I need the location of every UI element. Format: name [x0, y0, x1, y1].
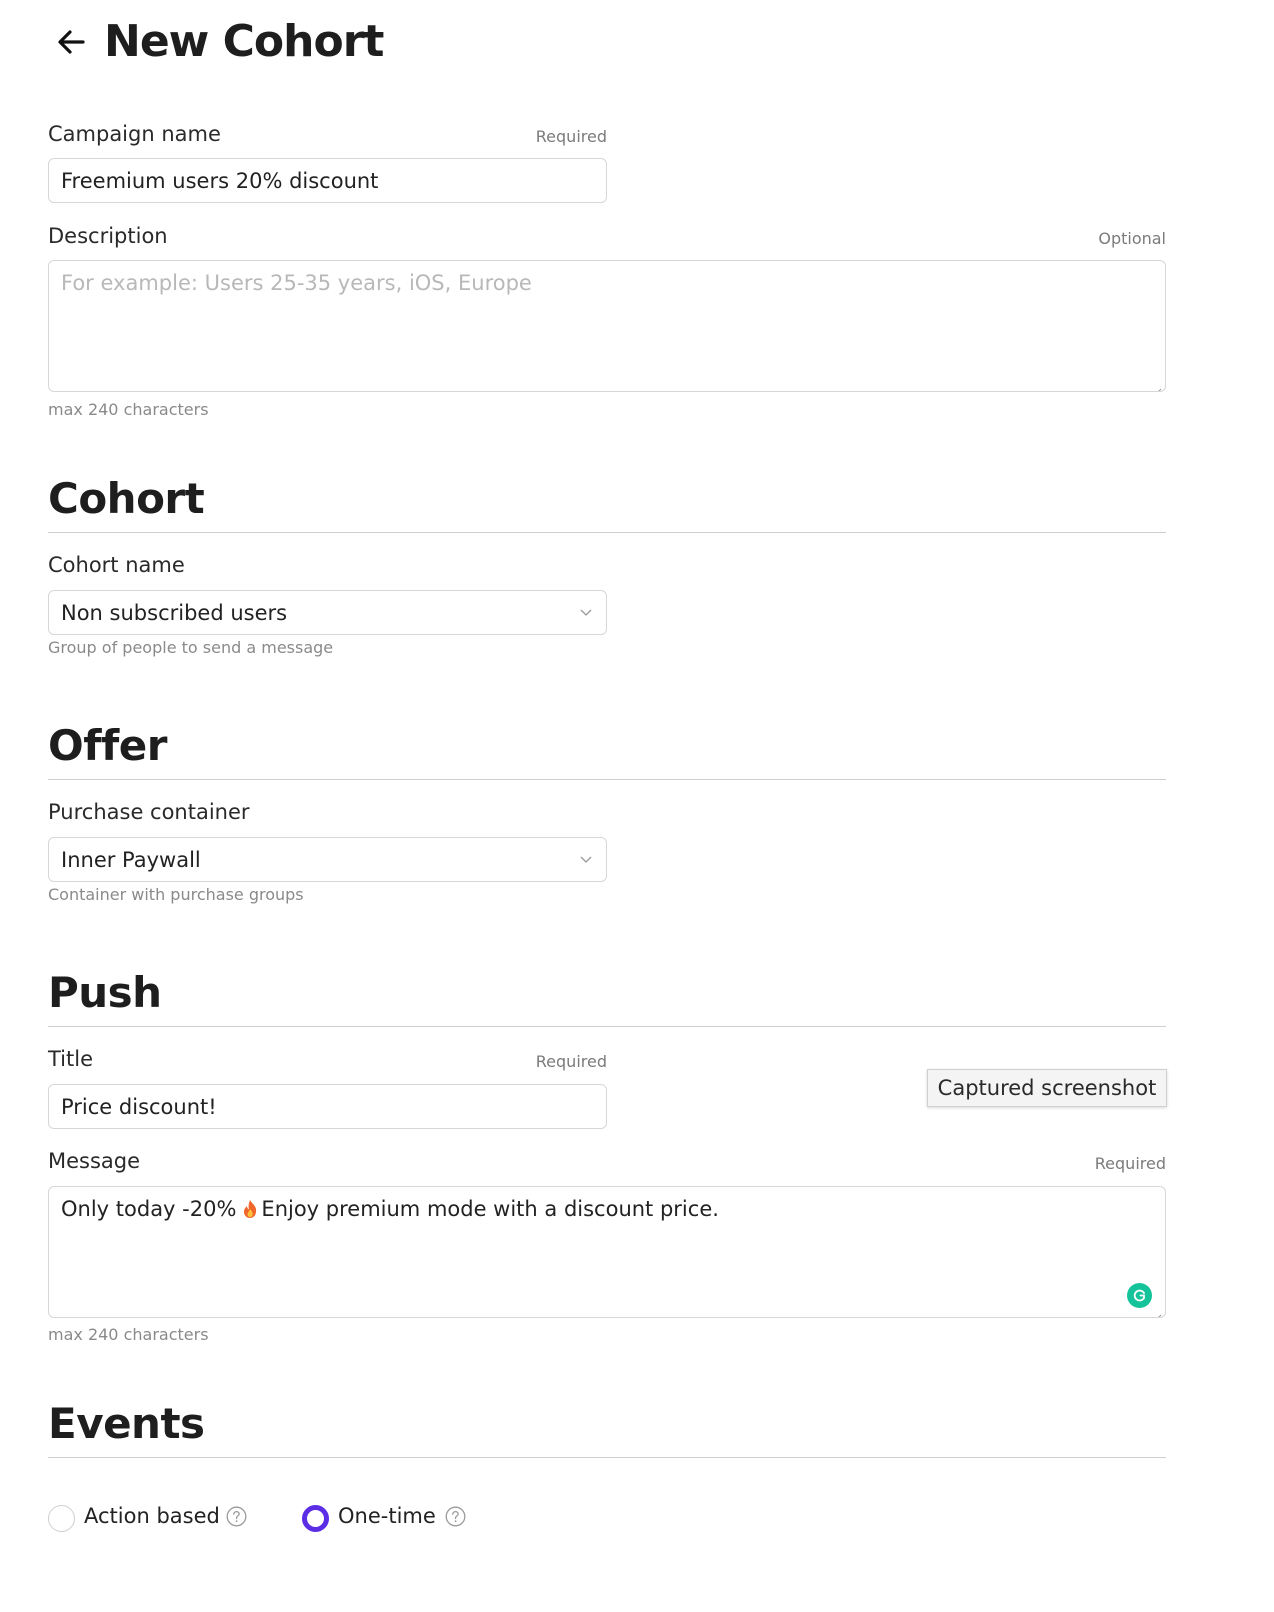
action-based-label[interactable]: Action based: [84, 1504, 220, 1528]
description-placeholder: For example: Users 25-35 years, iOS, Eur…: [61, 271, 532, 295]
cohort-section-title: Cohort: [48, 474, 205, 523]
push-message-textarea[interactable]: Only today -20% Enjoy premium mode with …: [48, 1186, 1166, 1318]
cohort-divider: [48, 532, 1166, 533]
one-time-radio[interactable]: [302, 1505, 329, 1532]
chevron-down-icon: [580, 608, 594, 618]
arrow-left-icon: [56, 29, 86, 59]
push-message-text-start: Only today -20%: [61, 1197, 237, 1221]
push-title-required: Required: [535, 1052, 607, 1071]
resize-grip-icon[interactable]: [1152, 1304, 1162, 1317]
captured-screenshot-tooltip: Captured screenshot: [927, 1069, 1167, 1107]
page-title: New Cohort: [104, 16, 384, 67]
back-button[interactable]: [55, 28, 87, 60]
chevron-down-icon: [580, 855, 594, 865]
campaign-name-input[interactable]: Freemium users 20% discount: [48, 158, 607, 203]
cohort-name-select[interactable]: Non subscribed users: [48, 590, 607, 635]
purchase-container-hint: Container with purchase groups: [48, 885, 304, 904]
push-title-label: Title: [48, 1047, 94, 1071]
push-section-title: Push: [48, 968, 162, 1017]
cohort-name-selected: Non subscribed users: [61, 600, 288, 625]
resize-grip-icon[interactable]: [1152, 378, 1162, 391]
events-divider: [48, 1457, 1166, 1458]
purchase-container-label: Purchase container: [48, 800, 250, 824]
offer-divider: [48, 779, 1166, 780]
fire-emoji-icon: [242, 1199, 258, 1219]
description-char-limit: max 240 characters: [48, 400, 209, 419]
purchase-container-selected: Inner Paywall: [61, 847, 201, 872]
push-message-text-end: Enjoy premium mode with a discount price…: [261, 1197, 719, 1221]
description-textarea[interactable]: For example: Users 25-35 years, iOS, Eur…: [48, 260, 1166, 392]
purchase-container-select[interactable]: Inner Paywall: [48, 837, 607, 882]
push-title-value: Price discount!: [61, 1094, 217, 1119]
push-divider: [48, 1026, 1166, 1027]
push-message-char-limit: max 240 characters: [48, 1325, 209, 1344]
push-message-label: Message: [48, 1149, 141, 1173]
push-message-required: Required: [1094, 1154, 1166, 1173]
campaign-name-value: Freemium users 20% discount: [61, 168, 379, 193]
action-based-radio[interactable]: [48, 1505, 75, 1532]
description-optional: Optional: [1098, 229, 1166, 248]
offer-section-title: Offer: [48, 721, 167, 770]
cohort-name-hint: Group of people to send a message: [48, 638, 334, 657]
events-section-title: Events: [48, 1399, 205, 1448]
question-circle-icon[interactable]: [445, 1506, 466, 1527]
description-label: Description: [48, 224, 168, 248]
cohort-name-label: Cohort name: [48, 553, 185, 577]
question-circle-icon[interactable]: [226, 1506, 247, 1527]
grammarly-icon[interactable]: [1127, 1283, 1152, 1308]
campaign-name-required: Required: [535, 127, 607, 146]
push-title-input[interactable]: Price discount!: [48, 1084, 607, 1129]
one-time-label[interactable]: One-time: [338, 1504, 436, 1528]
campaign-name-label: Campaign name: [48, 122, 221, 146]
